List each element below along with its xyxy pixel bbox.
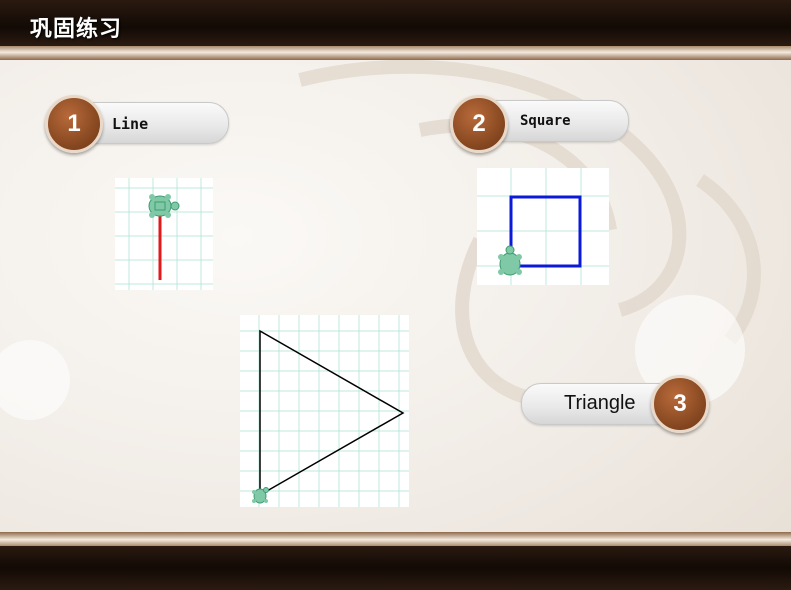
square-panel [477,168,609,285]
label-triangle: Triangle [564,392,636,414]
turtle-icon [498,245,522,276]
line-canvas [115,178,213,290]
grid-lines [115,178,213,290]
badge-3: 3 [651,375,709,433]
triangle-canvas [240,315,409,507]
line-panel [115,178,213,290]
bottom-stripe [0,532,791,546]
badge-1: 1 [45,95,103,153]
bottom-bar [0,546,791,590]
page-title: 巩固练习 [30,17,123,42]
triangle-panel [240,315,409,507]
turtle-icon [148,194,180,218]
black-triangle [259,329,405,497]
grid-lines [240,315,409,507]
turtle-icon [252,487,269,504]
badge-2: 2 [450,95,508,153]
top-stripe [0,46,791,60]
label-square: Square [520,113,571,129]
label-line: Line [112,115,149,133]
square-canvas [477,168,609,285]
